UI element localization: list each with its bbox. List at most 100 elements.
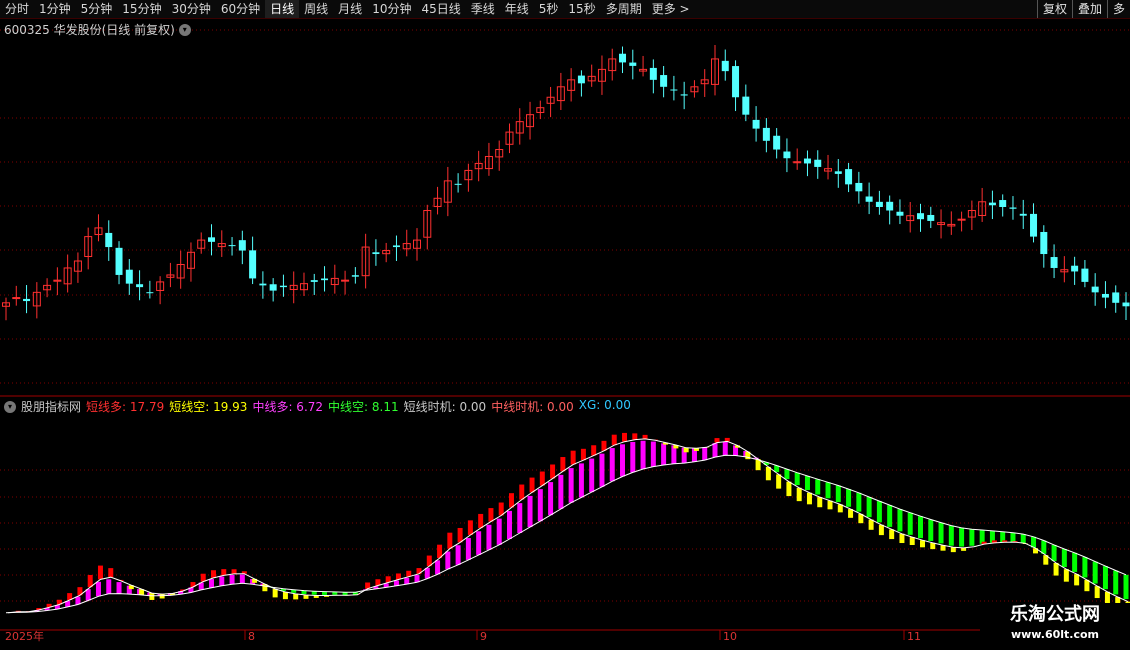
- indicator-value-5: 中线时机: 0.00: [491, 400, 574, 414]
- candle-body: [916, 213, 924, 220]
- stock-title-label: 600325 华发股份(日线 前复权): [4, 23, 175, 37]
- chevron-down-icon[interactable]: ▾: [178, 23, 191, 36]
- candle-body: [783, 151, 791, 159]
- period-tab-13[interactable]: 5秒: [534, 0, 564, 18]
- candle-body: [1122, 302, 1130, 307]
- candle: [906, 202, 915, 233]
- candle: [413, 228, 422, 261]
- indicator-value-1: 短线空: 19.93: [169, 400, 248, 414]
- candle-body: [372, 252, 380, 255]
- candle-body: [886, 201, 894, 211]
- candle: [1030, 203, 1038, 243]
- candle: [197, 232, 206, 254]
- candle-body: [454, 183, 462, 185]
- period-tab-10[interactable]: 45日线: [416, 0, 465, 18]
- candle-body: [259, 283, 267, 286]
- candle: [208, 224, 216, 256]
- candle: [660, 66, 668, 98]
- candle: [577, 70, 585, 97]
- candle-body: [742, 96, 750, 115]
- candle: [1112, 285, 1120, 313]
- candle: [115, 241, 123, 285]
- candle: [63, 254, 72, 293]
- candle-body: [12, 297, 21, 300]
- toolbar-button-0[interactable]: 复权: [1036, 0, 1072, 18]
- candle: [690, 80, 699, 98]
- candle-body: [1040, 231, 1048, 255]
- candle-body: [125, 269, 133, 284]
- candle-body: [1030, 213, 1038, 237]
- candle: [94, 214, 103, 242]
- period-tab-4[interactable]: 30分钟: [167, 0, 216, 18]
- date-axis: 2025年 8 9 10 11: [0, 630, 1130, 650]
- period-tab-9[interactable]: 10分钟: [367, 0, 416, 18]
- candle-body: [732, 66, 740, 98]
- candle-body: [310, 280, 318, 282]
- candle: [156, 276, 165, 305]
- candle: [536, 100, 545, 120]
- candle: [351, 267, 359, 284]
- candle: [310, 273, 318, 295]
- candle: [1019, 199, 1027, 229]
- candle: [146, 280, 154, 299]
- candle: [546, 86, 555, 118]
- candle-body: [619, 53, 627, 63]
- candle-body: [896, 211, 904, 216]
- period-tab-15[interactable]: 多周期: [601, 0, 647, 18]
- candle-body: [762, 127, 770, 141]
- stock-title[interactable]: 600325 华发股份(日线 前复权) ▾: [4, 21, 191, 38]
- candle-body: [927, 214, 935, 221]
- watermark-name: 乐淘公式网: [1010, 604, 1100, 625]
- period-tab-16[interactable]: 更多 >: [647, 0, 695, 18]
- candle-body: [269, 284, 277, 291]
- period-tab-0[interactable]: 分时: [0, 0, 34, 18]
- period-tab-12[interactable]: 年线: [500, 0, 534, 18]
- candle-body: [23, 298, 31, 302]
- toolbar-button-1[interactable]: 叠加: [1071, 0, 1107, 18]
- period-tab-2[interactable]: 5分钟: [76, 0, 118, 18]
- candle: [1040, 225, 1048, 268]
- chevron-down-icon[interactable]: ▾: [4, 400, 16, 413]
- period-tab-7[interactable]: 周线: [299, 0, 333, 18]
- candle: [721, 49, 729, 81]
- candle: [166, 262, 175, 288]
- period-tab-3[interactable]: 15分钟: [117, 0, 166, 18]
- mid-line: [5, 454, 1127, 614]
- candle-body: [1019, 213, 1027, 216]
- candle: [1060, 256, 1069, 283]
- candle: [824, 154, 833, 180]
- candle-body: [865, 196, 873, 202]
- candle-body: [834, 171, 842, 174]
- candle: [1081, 259, 1089, 288]
- candle: [299, 272, 308, 296]
- period-tab-1[interactable]: 1分钟: [34, 0, 76, 18]
- toolbar-button-2[interactable]: 多: [1106, 0, 1130, 18]
- candle-body: [1091, 286, 1099, 293]
- candle: [228, 237, 236, 256]
- candle: [423, 204, 432, 250]
- candle: [176, 250, 185, 289]
- candle-body: [660, 75, 668, 87]
- candle: [454, 173, 462, 193]
- candle: [330, 264, 339, 294]
- period-tab-8[interactable]: 月线: [333, 0, 367, 18]
- candle: [515, 108, 524, 145]
- candle-body: [341, 279, 350, 282]
- indicator-name[interactable]: 股朋指标网: [21, 398, 81, 415]
- candle: [978, 187, 987, 222]
- candle: [999, 194, 1007, 217]
- candle-body: [238, 240, 246, 251]
- period-tab-14[interactable]: 15秒: [563, 0, 600, 18]
- candle: [136, 270, 144, 301]
- chart-canvas[interactable]: [0, 0, 1130, 650]
- candle: [855, 171, 863, 204]
- candle: [629, 49, 637, 80]
- price-grid: [0, 29, 1130, 640]
- period-tab-6[interactable]: 日线: [265, 0, 300, 18]
- candle-body: [115, 247, 123, 275]
- candle: [597, 55, 606, 95]
- candle: [84, 227, 93, 270]
- period-tab-11[interactable]: 季线: [466, 0, 500, 18]
- candle: [619, 46, 627, 74]
- period-tab-5[interactable]: 60分钟: [216, 0, 265, 18]
